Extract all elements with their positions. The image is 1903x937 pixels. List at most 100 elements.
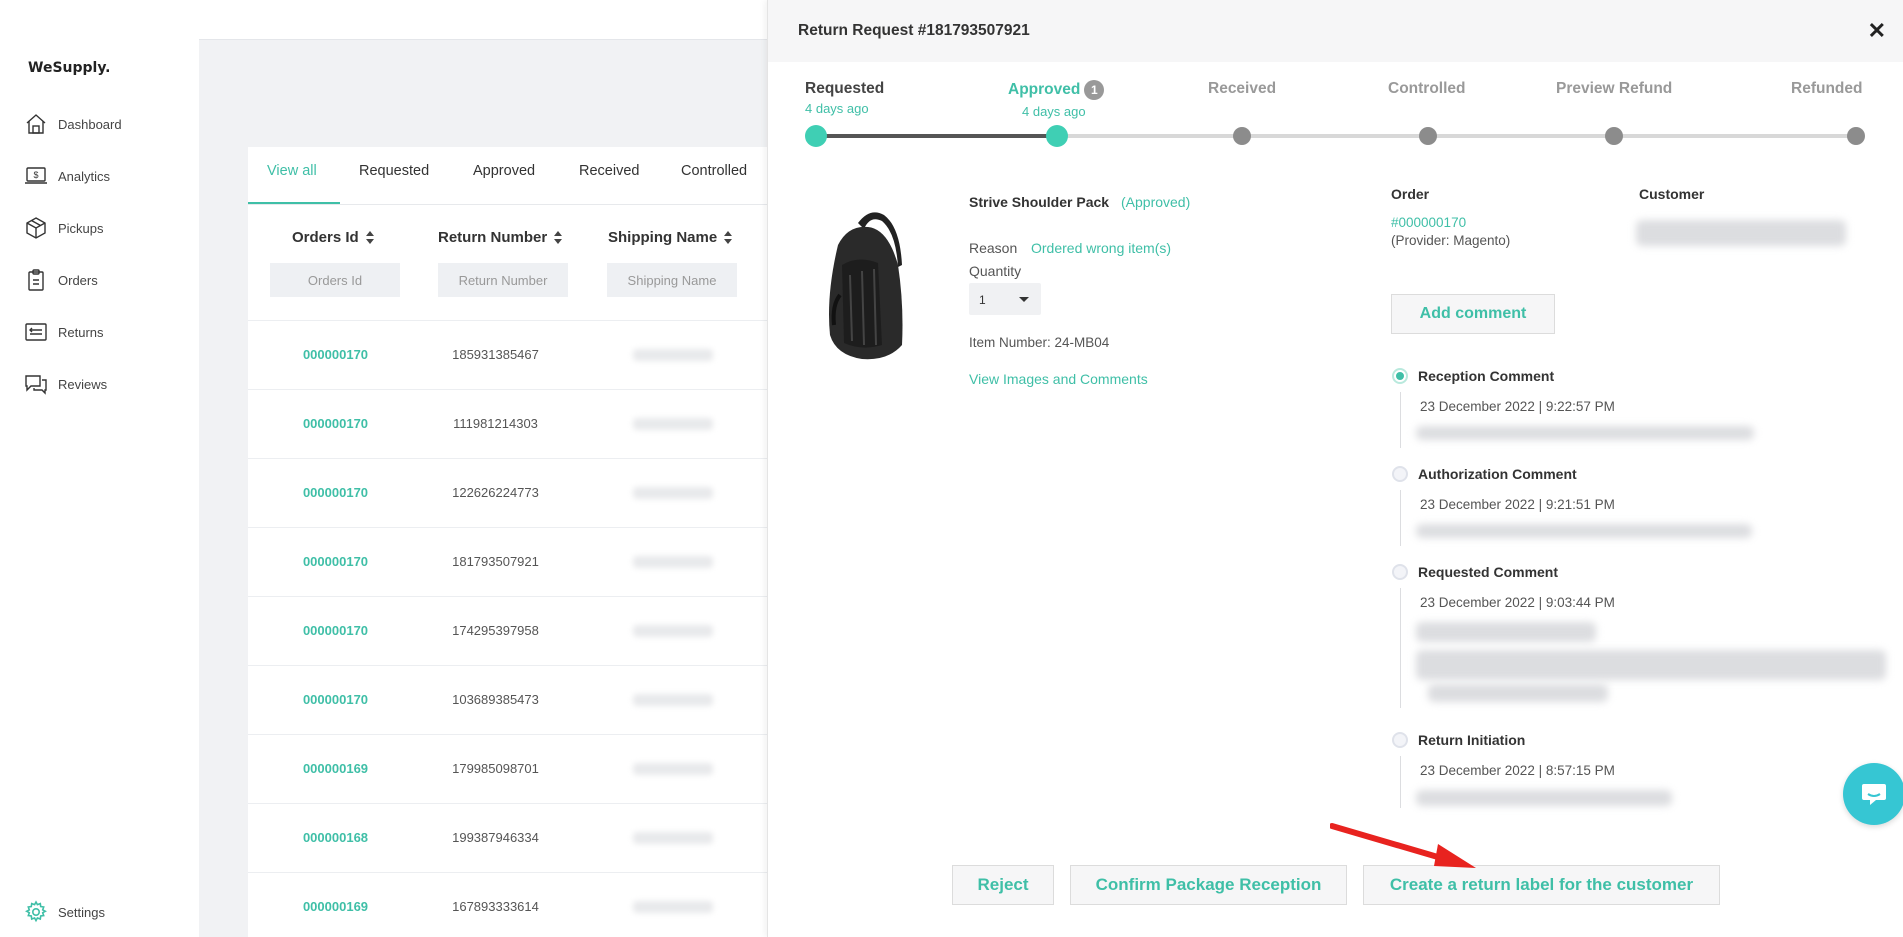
order-number-link[interactable]: #000000170 bbox=[1391, 215, 1466, 230]
step-approved-time: 4 days ago bbox=[1022, 104, 1086, 119]
timeline-radio[interactable] bbox=[1392, 732, 1408, 748]
sidebar-item-dashboard[interactable]: Dashboard bbox=[24, 110, 122, 138]
view-images-comments-link[interactable]: View Images and Comments bbox=[969, 371, 1148, 387]
tab-received[interactable]: Received bbox=[579, 163, 639, 179]
sidebar-item-settings[interactable]: Settings bbox=[24, 898, 105, 926]
return-number-cell: 185931385467 bbox=[452, 347, 539, 362]
panel-header: Return Request #181793507921 ✕ bbox=[768, 0, 1903, 62]
timeline-title: Reception Comment bbox=[1418, 368, 1555, 384]
step-dot-received bbox=[1233, 127, 1251, 145]
chat-widget-button[interactable] bbox=[1843, 763, 1903, 825]
return-number-cell: 179985098701 bbox=[452, 761, 539, 776]
annotation-arrow-icon bbox=[1330, 823, 1476, 868]
return-number-cell: 103689385473 bbox=[452, 692, 539, 707]
confirm-package-reception-button[interactable]: Confirm Package Reception bbox=[1070, 865, 1347, 905]
timeline-radio[interactable] bbox=[1392, 564, 1408, 580]
table-row[interactable]: 000000170 122626224773 bbox=[248, 458, 768, 527]
product-status: (Approved) bbox=[1121, 194, 1191, 210]
comment-text-redacted bbox=[1416, 524, 1752, 538]
progress-track-completed bbox=[815, 134, 1055, 138]
add-comment-button[interactable]: Add comment bbox=[1391, 294, 1555, 334]
sidebar-item-label: Orders bbox=[58, 272, 98, 288]
tab-controlled[interactable]: Controlled bbox=[681, 163, 747, 179]
sidebar-item-label: Dashboard bbox=[58, 116, 122, 132]
sidebar-item-orders[interactable]: Orders bbox=[24, 266, 98, 294]
sort-icon bbox=[365, 231, 374, 244]
shipping-name-filter-input[interactable] bbox=[607, 263, 737, 297]
timeline-title: Requested Comment bbox=[1418, 564, 1559, 580]
product-name: Strive Shoulder Pack bbox=[969, 194, 1110, 210]
column-header-label: Shipping Name bbox=[608, 229, 718, 246]
step-requested: Requested bbox=[805, 80, 885, 97]
column-header-shipping-name[interactable]: Shipping Name bbox=[608, 229, 733, 246]
timeline-radio[interactable] bbox=[1392, 466, 1408, 482]
timeline-date: 23 December 2022 | 9:03:44 PM bbox=[1420, 595, 1615, 610]
order-id-link[interactable]: 000000170 bbox=[248, 554, 423, 569]
order-id-link[interactable]: 000000169 bbox=[248, 899, 423, 914]
order-id-link[interactable]: 000000170 bbox=[248, 485, 423, 500]
tab-requested[interactable]: Requested bbox=[359, 163, 429, 179]
tab-approved[interactable]: Approved bbox=[473, 163, 535, 179]
active-tab-indicator bbox=[248, 202, 340, 204]
timeline-connector bbox=[1400, 756, 1401, 808]
order-id-link[interactable]: 000000170 bbox=[248, 416, 423, 431]
timeline-date: 23 December 2022 | 8:57:15 PM bbox=[1420, 763, 1615, 778]
reason-label: Reason bbox=[969, 240, 1018, 256]
sidebar-item-analytics[interactable]: $ Analytics bbox=[24, 162, 110, 190]
timeline-connector bbox=[1400, 490, 1401, 546]
item-number: Item Number: 24-MB04 bbox=[969, 335, 1110, 350]
customer-label: Customer bbox=[1639, 186, 1705, 202]
timeline-radio[interactable] bbox=[1392, 368, 1408, 384]
step-controlled: Controlled bbox=[1388, 80, 1466, 97]
quantity-select[interactable]: 1 bbox=[969, 283, 1041, 315]
svg-text:$: $ bbox=[33, 170, 38, 180]
column-header-return-number[interactable]: Return Number bbox=[438, 229, 563, 246]
column-header-label: Orders Id bbox=[292, 229, 359, 246]
table-row[interactable]: 000000170 185931385467 bbox=[248, 320, 768, 389]
reject-button[interactable]: Reject bbox=[952, 865, 1054, 905]
table-row[interactable]: 000000170 174295397958 bbox=[248, 596, 768, 665]
table-row[interactable]: 000000169 167893333614 bbox=[248, 872, 768, 937]
comment-text-redacted bbox=[1416, 426, 1754, 440]
column-header-orders-id[interactable]: Orders Id bbox=[292, 229, 374, 246]
sidebar: WeSupply. Dashboard $ Analytics Pickups … bbox=[0, 0, 199, 937]
order-id-link[interactable]: 000000170 bbox=[248, 347, 423, 362]
table-row[interactable]: 000000168 199387946334 bbox=[248, 803, 768, 872]
brand-logo: WeSupply. bbox=[28, 60, 111, 76]
sidebar-item-returns[interactable]: Returns bbox=[24, 318, 104, 346]
sidebar-item-pickups[interactable]: Pickups bbox=[24, 214, 104, 242]
table-row[interactable]: 000000170 103689385473 bbox=[248, 665, 768, 734]
column-header-label: Return Number bbox=[438, 229, 548, 246]
order-id-link[interactable]: 000000168 bbox=[248, 830, 423, 845]
close-icon[interactable]: ✕ bbox=[1868, 18, 1886, 44]
order-id-link[interactable]: 000000170 bbox=[248, 623, 423, 638]
status-tabs: View all Requested Approved Received Con… bbox=[248, 147, 768, 205]
sidebar-item-reviews[interactable]: Reviews bbox=[24, 370, 107, 398]
shipping-name-redacted bbox=[633, 487, 713, 499]
return-number-filter-input[interactable] bbox=[438, 263, 568, 297]
order-provider: (Provider: Magento) bbox=[1391, 233, 1511, 248]
return-number-cell: 181793507921 bbox=[452, 554, 539, 569]
return-number-cell: 167893333614 bbox=[452, 899, 539, 914]
timeline-title: Authorization Comment bbox=[1418, 466, 1577, 482]
table-row[interactable]: 000000170 181793507921 bbox=[248, 527, 768, 596]
create-return-label-button[interactable]: Create a return label for the customer bbox=[1363, 865, 1720, 905]
step-dot-approved bbox=[1046, 125, 1068, 147]
table-row[interactable]: 000000169 179985098701 bbox=[248, 734, 768, 803]
backpack-product-image bbox=[829, 212, 903, 360]
analytics-icon: $ bbox=[25, 167, 47, 184]
table-row[interactable]: 000000170 111981214303 bbox=[248, 389, 768, 458]
reason-value: Ordered wrong item(s) bbox=[1031, 240, 1172, 256]
order-id-link[interactable]: 000000169 bbox=[248, 761, 423, 776]
order-id-link[interactable]: 000000170 bbox=[248, 692, 423, 707]
step-approved-label: Approved bbox=[1008, 81, 1081, 99]
comment-text-redacted bbox=[1416, 790, 1672, 806]
shipping-name-redacted bbox=[633, 625, 713, 637]
shipping-name-redacted bbox=[633, 901, 713, 913]
tab-view-all[interactable]: View all bbox=[267, 163, 317, 179]
top-bar bbox=[199, 0, 768, 40]
returns-table-card: View all Requested Approved Received Con… bbox=[248, 147, 768, 937]
orders-id-filter-input[interactable] bbox=[270, 263, 400, 297]
gear-icon bbox=[25, 900, 47, 923]
step-approved: Approved 1 bbox=[1008, 80, 1105, 100]
